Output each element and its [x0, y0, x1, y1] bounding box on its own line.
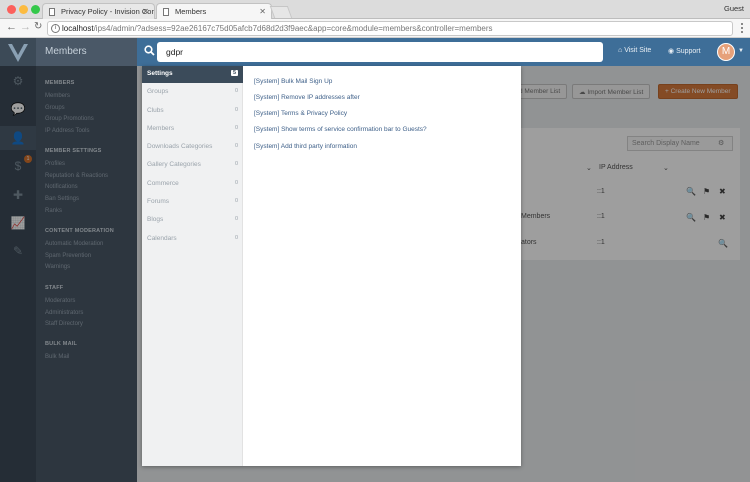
- page-icon: [49, 8, 55, 16]
- category-label: Settings: [147, 70, 173, 77]
- acp-search-input[interactable]: gdpr: [157, 42, 603, 62]
- category-count: 0: [234, 88, 238, 94]
- url-host: localhost: [62, 24, 94, 33]
- chevron-down-icon[interactable]: ▼: [738, 48, 744, 54]
- search-result-link[interactable]: [System] Bulk Mail Sign Up: [254, 78, 332, 85]
- admin-header: gdpr ⌂ Visit Site ◉ Support M ▼: [137, 38, 750, 66]
- category-count: 0: [234, 235, 238, 241]
- browser-tab-members[interactable]: Members ✕: [156, 3, 272, 19]
- minimize-window-button[interactable]: [19, 5, 28, 14]
- category-settings[interactable]: Settings 5: [142, 66, 243, 83]
- url-path: /ips4/admin/?adsess=92ae26167c75d05afcb7…: [93, 24, 493, 33]
- search-result-link[interactable]: [System] Remove IP addresses after: [254, 94, 360, 101]
- category-count: 5: [230, 70, 238, 76]
- category-commerce[interactable]: Commerce 0: [142, 176, 243, 193]
- browser-profile[interactable]: Guest: [724, 4, 744, 13]
- sidebar-title: Members: [45, 46, 87, 57]
- support-icon: ◉: [668, 48, 675, 55]
- search-result-link[interactable]: [System] Terms & Privacy Policy: [254, 110, 347, 117]
- category-gallery[interactable]: Gallery Categories 0: [142, 157, 243, 174]
- search-result-link[interactable]: [System] Show terms of service confirmat…: [254, 126, 427, 133]
- category-label: Members: [147, 125, 175, 132]
- browser-menu-icon[interactable]: [741, 23, 744, 34]
- category-groups[interactable]: Groups 0: [142, 84, 243, 101]
- close-tab-icon[interactable]: ✕: [259, 7, 266, 16]
- category-count: 0: [234, 161, 238, 167]
- category-label: Commerce: [147, 180, 179, 187]
- category-label: Forums: [147, 198, 170, 205]
- category-label: Calendars: [147, 235, 177, 242]
- search-results-popup: Settings 5 Groups 0 Clubs 0 Members 0 Downlo…: [142, 66, 521, 466]
- page-icon: [163, 8, 169, 16]
- category-label: Groups: [147, 88, 169, 95]
- visit-site-label: Visit Site: [624, 47, 652, 54]
- reload-icon[interactable]: ↻: [34, 21, 42, 32]
- category-forums[interactable]: Forums 0: [142, 194, 243, 211]
- search-categories: Settings 5 Groups 0 Clubs 0 Members 0 Downlo…: [142, 66, 243, 466]
- category-count: 0: [234, 198, 238, 204]
- category-count: 0: [234, 180, 238, 186]
- tab-title: Privacy Policy - Invision Comm: [61, 7, 155, 16]
- close-window-button[interactable]: [7, 5, 16, 14]
- maximize-window-button[interactable]: [31, 5, 40, 14]
- forward-arrow-icon[interactable]: →: [20, 21, 31, 33]
- category-count: 0: [234, 143, 238, 149]
- search-icon: [144, 45, 155, 56]
- url-input[interactable]: i localhost/ips4/admin/?adsess=92ae26167…: [47, 21, 733, 36]
- category-label: Blogs: [147, 216, 164, 223]
- globe-icon: ⌂: [618, 47, 623, 54]
- category-count: 0: [234, 216, 238, 222]
- browser-tab-bar: Privacy Policy - Invision Comm ✕ Members…: [0, 0, 750, 19]
- tab-title: Members: [175, 7, 207, 16]
- category-members[interactable]: Members 0: [142, 121, 243, 138]
- category-blogs[interactable]: Blogs 0: [142, 212, 243, 229]
- category-label: Downloads Categories: [147, 143, 213, 150]
- browser-address-bar: ← → ↻ i localhost/ips4/admin/?adsess=92a…: [0, 19, 750, 38]
- new-tab-button[interactable]: [269, 6, 293, 18]
- back-arrow-icon[interactable]: ←: [6, 21, 17, 33]
- category-label: Clubs: [147, 107, 164, 114]
- support-link[interactable]: ◉ Support: [668, 47, 701, 55]
- close-tab-icon[interactable]: ✕: [142, 7, 149, 16]
- category-clubs[interactable]: Clubs 0: [142, 103, 243, 120]
- category-count: 0: [234, 125, 238, 131]
- category-count: 0: [234, 107, 238, 113]
- info-icon[interactable]: i: [51, 24, 60, 33]
- logo-icon[interactable]: [8, 44, 28, 62]
- category-label: Gallery Categories: [147, 161, 201, 168]
- support-label: Support: [676, 48, 701, 55]
- visit-site-link[interactable]: ⌂ Visit Site: [618, 47, 651, 54]
- avatar[interactable]: M: [717, 43, 735, 61]
- category-downloads[interactable]: Downloads Categories 0: [142, 139, 243, 156]
- browser-tab-privacy-policy[interactable]: Privacy Policy - Invision Comm ✕: [42, 3, 155, 19]
- category-calendars[interactable]: Calendars 0: [142, 231, 243, 248]
- search-result-link[interactable]: [System] Add third party information: [254, 143, 357, 150]
